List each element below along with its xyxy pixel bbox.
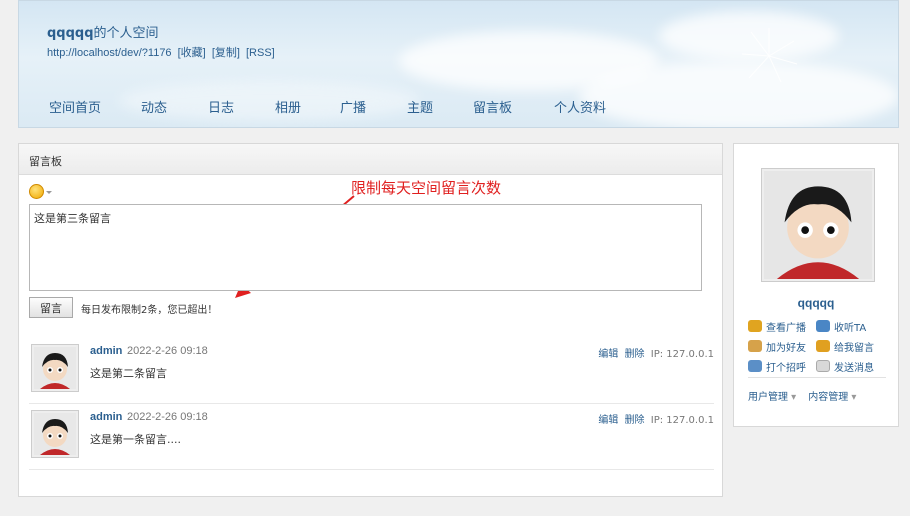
edit-link[interactable]: 编辑 xyxy=(598,415,618,426)
send-message-link[interactable]: 发送消息 xyxy=(816,359,884,374)
entry-ip: IP: 127.0.0.1 xyxy=(650,349,714,360)
add-friend-link[interactable]: 加为好友 xyxy=(748,339,816,354)
space-nav: 空间首页 动态 日志 相册 广播 主题 留言板 个人资料 xyxy=(49,97,634,116)
pencil-icon xyxy=(816,340,830,352)
limit-notice: 每日发布限制2条，您已超出！ xyxy=(81,305,218,316)
delete-link[interactable]: 删除 xyxy=(625,415,645,426)
nav-home[interactable]: 空间首页 xyxy=(49,97,141,116)
entry-actions: 编辑 删除 IP: 127.0.0.1 xyxy=(595,411,714,426)
profile-actions: 查看广播 收听TA 加为好友 给我留言 打个招呼 发送消息 xyxy=(748,316,893,376)
space-url[interactable]: http://localhost/dev/?1176 xyxy=(47,47,172,59)
follow-link[interactable]: 收听TA xyxy=(816,319,884,334)
follow-icon xyxy=(816,320,830,332)
avatar[interactable] xyxy=(31,344,79,392)
smiley-icon[interactable] xyxy=(29,184,52,199)
guestbook-entry: admin 2022-2-26 09:18 这是第一条留言.... 编辑 删除 … xyxy=(29,408,714,470)
bookmark-link[interactable]: [收藏] xyxy=(178,47,206,59)
profile-sidebar: qqqqq 查看广播 收听TA 加为好友 给我留言 打个招呼 发送消息 用户管理… xyxy=(733,143,899,427)
entry-text: 这是第一条留言.... xyxy=(90,433,181,446)
rss-link[interactable]: [RSS] xyxy=(246,47,275,59)
poke-link[interactable]: 打个招呼 xyxy=(748,359,816,374)
nav-broadcast[interactable]: 广播 xyxy=(340,97,407,116)
entry-time: 2022-2-26 09:18 xyxy=(127,345,208,357)
entry-ip: IP: 127.0.0.1 xyxy=(650,415,714,426)
guestbook-entry: admin 2022-2-26 09:18 这是第二条留言 编辑 删除 IP: … xyxy=(29,342,714,404)
message-input[interactable]: 这是第三条留言 xyxy=(29,204,702,291)
sidebar-divider xyxy=(748,377,886,378)
delete-link[interactable]: 删除 xyxy=(625,349,645,360)
guestbook-title: 留言板 xyxy=(19,144,722,175)
nav-blog[interactable]: 日志 xyxy=(208,97,275,116)
entry-time: 2022-2-26 09:18 xyxy=(127,411,208,423)
entry-author[interactable]: admin xyxy=(90,345,122,357)
handshake-icon xyxy=(748,340,762,352)
avatar[interactable] xyxy=(31,410,79,458)
entry-actions: 编辑 删除 IP: 127.0.0.1 xyxy=(595,345,714,360)
guestbook-panel: 留言板 限制每天空间留言次数 这是第三条留言 留言 每日发布限制2条，您已超出！… xyxy=(18,143,723,497)
space-owner[interactable]: qqqqq xyxy=(47,26,94,41)
profile-avatar[interactable] xyxy=(761,168,875,282)
annotation-text: 限制每天空间留言次数 xyxy=(351,179,502,197)
entry-author[interactable]: admin xyxy=(90,411,122,423)
nav-profile[interactable]: 个人资料 xyxy=(554,97,634,116)
profile-username[interactable]: qqqqq xyxy=(734,296,898,310)
space-title-suffix: 的个人空间 xyxy=(93,26,159,41)
envelope-icon xyxy=(816,360,830,372)
entry-text: 这是第二条留言 xyxy=(90,367,167,380)
content-manage-menu[interactable]: 内容管理 xyxy=(808,388,856,403)
wave-icon xyxy=(748,360,762,372)
space-title: qqqqq的个人空间 xyxy=(47,22,159,41)
dandelion-decoration xyxy=(741,28,798,83)
copy-link[interactable]: [复制] xyxy=(212,47,240,59)
submit-message-button[interactable]: 留言 xyxy=(29,297,73,318)
user-manage-menu[interactable]: 用户管理 xyxy=(748,388,796,403)
manage-menus: 用户管理 内容管理 xyxy=(748,388,868,403)
megaphone-icon xyxy=(748,320,762,332)
leave-message-link[interactable]: 给我留言 xyxy=(816,339,884,354)
nav-threads[interactable]: 主题 xyxy=(407,97,473,116)
space-header: qqqqq的个人空间 http://localhost/dev/?1176 [收… xyxy=(18,0,899,128)
view-broadcast-link[interactable]: 查看广播 xyxy=(748,319,816,334)
nav-album[interactable]: 相册 xyxy=(275,97,340,116)
nav-feed[interactable]: 动态 xyxy=(141,97,208,116)
nav-guestbook[interactable]: 留言板 xyxy=(473,97,554,116)
edit-link[interactable]: 编辑 xyxy=(598,349,618,360)
space-url-line: http://localhost/dev/?1176 [收藏] [复制] [RS… xyxy=(47,44,278,60)
